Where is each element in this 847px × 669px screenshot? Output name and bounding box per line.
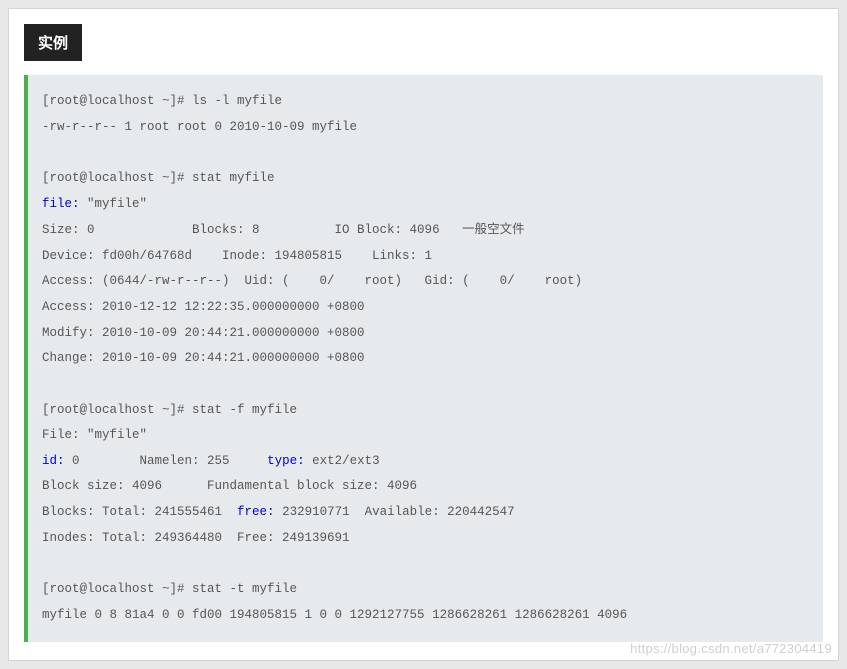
code-line: [root@localhost ~]# ls -l myfile [42,94,282,108]
code-line: [root@localhost ~]# stat myfile [42,171,275,185]
example-card: 实例 [root@localhost ~]# ls -l myfile -rw-… [8,8,839,661]
keyword-id: id: [42,454,65,468]
code-line: [root@localhost ~]# stat -f myfile [42,403,297,417]
code-text: Blocks: Total: 241555461 [42,505,237,519]
code-line: Access: 2010-12-12 12:22:35.000000000 +0… [42,300,365,314]
example-badge: 实例 [24,24,82,61]
code-line: [root@localhost ~]# stat -t myfile [42,582,297,596]
watermark-text: https://blog.csdn.net/a772304419 [630,641,832,656]
code-line: Modify: 2010-10-09 20:44:21.000000000 +0… [42,326,365,340]
code-line: Device: fd00h/64768d Inode: 194805815 Li… [42,249,432,263]
keyword-free: free: [237,505,275,519]
keyword-type: type: [267,454,305,468]
code-text: 232910771 Available: 220442547 [275,505,515,519]
keyword-file: file: [42,197,80,211]
code-line: myfile 0 8 81a4 0 0 fd00 194805815 1 0 0… [42,608,627,622]
code-line: -rw-r--r-- 1 root root 0 2010-10-09 myfi… [42,120,357,134]
code-text: Size: 0 Blocks: 8 IO Block: 4096 [42,223,462,237]
code-text: ext2/ext3 [305,454,380,468]
code-text: "myfile" [80,197,148,211]
code-cjk-text: 一般空文件 [462,222,525,236]
code-block: [root@localhost ~]# ls -l myfile -rw-r--… [24,75,823,642]
code-text: 0 Namelen: 255 [65,454,268,468]
code-line: Access: (0644/-rw-r--r--) Uid: ( 0/ root… [42,274,582,288]
code-line: Block size: 4096 Fundamental block size:… [42,479,417,493]
code-line: File: "myfile" [42,428,147,442]
code-line: Change: 2010-10-09 20:44:21.000000000 +0… [42,351,365,365]
code-line: Inodes: Total: 249364480 Free: 249139691 [42,531,350,545]
